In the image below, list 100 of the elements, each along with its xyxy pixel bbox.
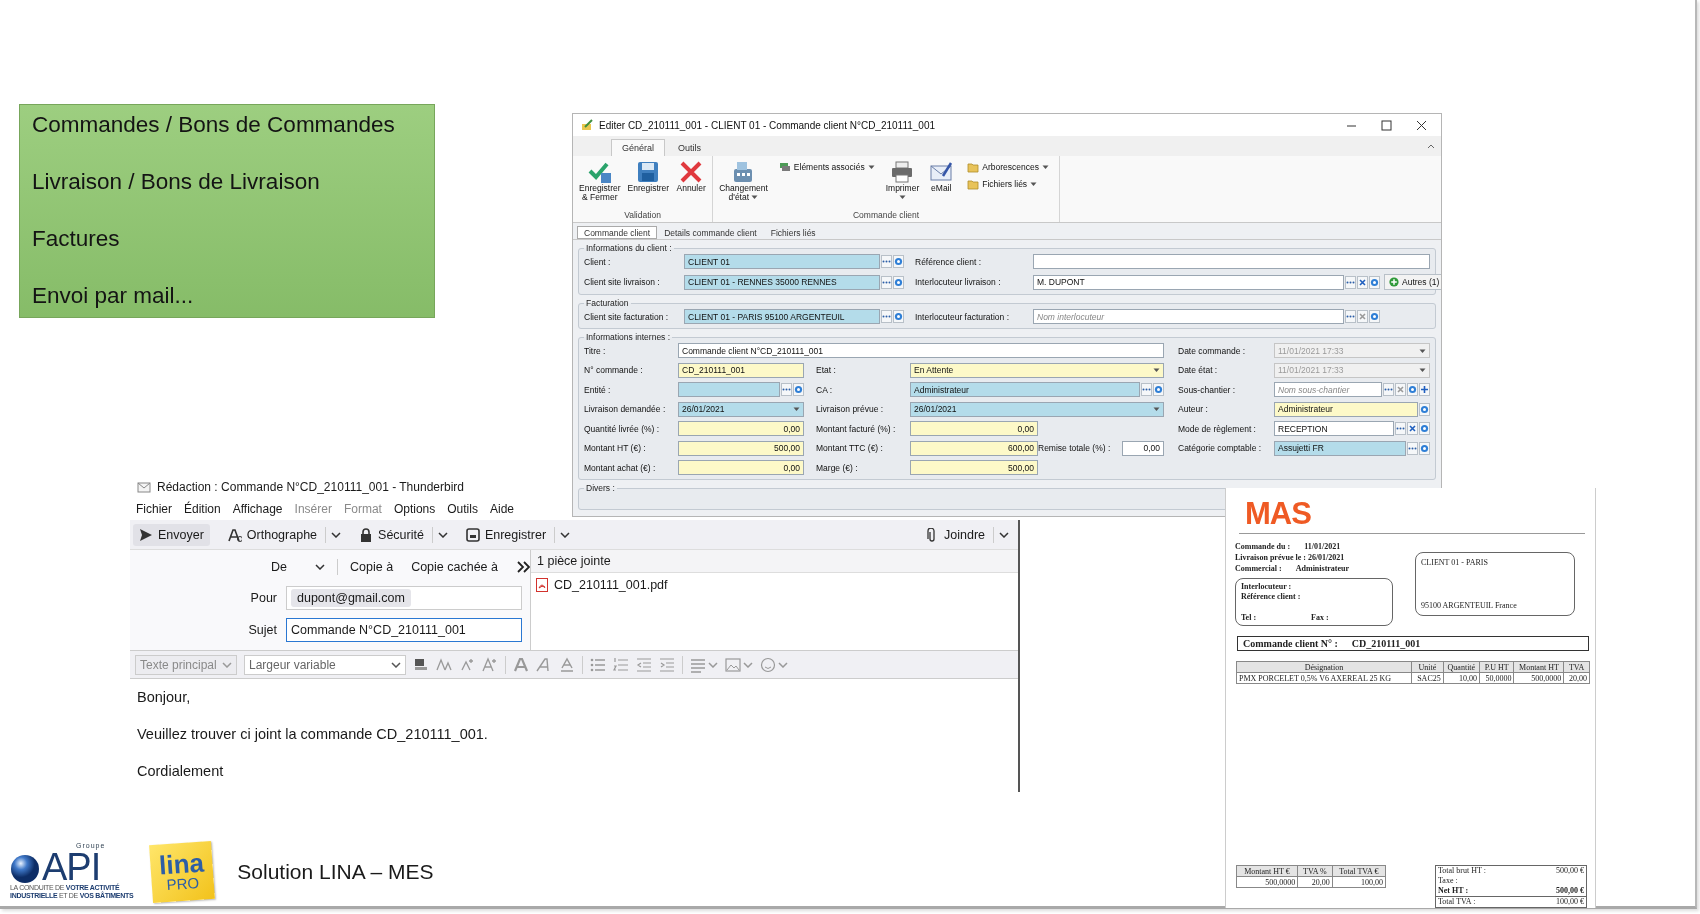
toolbar-button[interactable]: Orthographe [221,522,348,547]
ribbon-button[interactable]: Enregistrer & Fermer [577,159,623,203]
more-button[interactable] [1407,441,1418,455]
number-field[interactable]: 0,00 [910,421,1038,436]
menu-item[interactable]: Fichier [136,501,172,516]
bold-icon[interactable] [513,656,529,673]
open-button[interactable] [1407,383,1418,396]
ribbon-button[interactable]: Annuler [674,159,709,194]
open-button[interactable] [893,255,904,268]
number-field[interactable]: 500,00 [910,460,1038,475]
numbered-list-icon[interactable] [613,656,629,673]
clear-button[interactable] [1395,383,1406,396]
ribbon-tab[interactable]: Général [611,139,666,156]
dropdown-field[interactable]: Largeur variable [244,654,406,675]
clear-button[interactable] [1357,310,1368,323]
ribbon-button[interactable]: Enregistrer [625,159,672,194]
align-icon[interactable] [690,656,706,673]
ribbon-tab[interactable]: Outils [667,139,713,156]
input-field[interactable] [678,382,780,397]
number-field[interactable]: 0,00 [678,460,804,475]
open-button[interactable] [893,310,904,323]
image-icon[interactable] [725,656,741,673]
toolbar-button[interactable]: Enregistrer [459,522,577,547]
menu-item[interactable]: Options [393,501,436,516]
open-button[interactable] [1369,310,1380,323]
message-body[interactable]: Bonjour, Veuillez trouver ci joint la commande CD_210111_001. Cordialement [130,679,1018,799]
input-field[interactable]: Commande client N°CD_210111_001 [678,343,1164,358]
ribbon-button[interactable]: Changement d'état [717,159,770,203]
more-button[interactable] [1345,310,1356,323]
indent-icon[interactable] [659,656,675,673]
input-field[interactable]: CD_210111_001 [678,362,804,378]
font-larger-icon[interactable] [482,656,498,673]
more-button[interactable] [881,275,892,289]
ribbon-button[interactable]: Arborescences [967,161,1049,173]
toolbar-button[interactable]: Envoyer [133,523,210,546]
bullet-list-icon[interactable] [590,656,606,673]
input-field[interactable]: RECEPTION [1274,421,1394,436]
number-field[interactable]: 0,00 [1122,440,1164,456]
toolbar-button[interactable]: Joindre [919,522,1015,547]
input-field[interactable]: CLIENT 01 - RENNES 35000 RENNES [684,274,880,290]
number-field[interactable]: 500,00 [678,440,804,456]
maximize-button[interactable] [1381,119,1392,131]
recipient-link[interactable]: Copie cachée à [411,560,498,574]
more-recipients-button[interactable] [516,561,530,573]
number-field[interactable]: 0,00 [678,421,804,436]
open-button[interactable] [1153,383,1164,396]
menu-item[interactable]: Aide [489,501,514,516]
subject-field[interactable]: Commande N°CD_210111_001 [286,618,522,642]
close-button[interactable] [1416,119,1427,131]
dropdown-field[interactable]: 26/01/2021 [910,401,1164,417]
open-button[interactable] [893,275,904,289]
emoji-icon[interactable] [760,656,776,673]
input-field[interactable]: CLIENT 01 [684,254,880,269]
ribbon-button[interactable]: eMail [924,159,959,194]
others-button[interactable]: Autres (1) [1384,274,1441,290]
menu-item[interactable]: Édition [184,501,221,516]
recipient-link[interactable]: Copie à [350,560,394,574]
outdent-icon[interactable] [636,656,652,673]
input-field[interactable]: CLIENT 01 - PARIS 95100 ARGENTEUIL [684,309,880,324]
form-tab[interactable]: Fichiers liés [763,226,823,239]
font-small-icon[interactable] [459,656,475,673]
input-field[interactable] [1033,254,1430,269]
input-field[interactable]: M. DUPONT [1033,274,1344,290]
input-field[interactable]: Administrateur [910,382,1140,397]
more-button[interactable] [1383,383,1394,396]
clear-button[interactable] [1407,422,1418,435]
dropdown-field[interactable]: En Attente [910,362,1164,378]
number-field[interactable]: 600,00 [910,440,1038,456]
open-button[interactable] [1419,441,1430,455]
open-button[interactable] [1419,402,1430,416]
input-field[interactable]: Nom interlocuteur [1033,309,1344,324]
ribbon-button[interactable]: Fichiers liés [967,178,1049,190]
dropdown-field[interactable]: 26/01/2021 [678,401,804,417]
open-button[interactable] [1419,422,1430,435]
from-label[interactable]: De [271,560,288,574]
recipient-field[interactable]: dupont@gmail.com [286,586,522,610]
italic-icon[interactable] [536,656,552,673]
form-tab[interactable]: Commande client [577,226,658,239]
underline-icon[interactable] [559,656,575,673]
input-field[interactable]: Nom sous-chantier [1274,382,1382,397]
add-button[interactable] [1419,383,1430,396]
input-field[interactable]: Assujetti FR [1274,440,1406,456]
ribbon-button[interactable]: Eléments associés [778,161,875,173]
open-button[interactable] [793,383,804,396]
clear-button[interactable] [1357,275,1368,289]
recipient-chip[interactable]: dupont@gmail.com [291,589,411,607]
ribbon-button[interactable]: Imprimer [883,159,922,203]
toolbar-button[interactable]: Sécurité [353,522,454,547]
collapse-icon[interactable] [1427,143,1435,149]
open-button[interactable] [1369,275,1380,289]
menu-item[interactable]: Affichage [232,501,283,516]
more-button[interactable] [881,255,892,268]
more-button[interactable] [881,310,892,323]
heading-value: CD_210111_001 [1351,638,1421,649]
more-button[interactable] [1141,383,1152,396]
color-swatch-icon[interactable] [413,656,429,673]
input-field[interactable]: Administrateur [1274,401,1418,417]
more-button[interactable] [781,383,792,396]
form-tab[interactable]: Details commande client [657,226,764,239]
menu-item[interactable]: Outils [447,501,478,516]
